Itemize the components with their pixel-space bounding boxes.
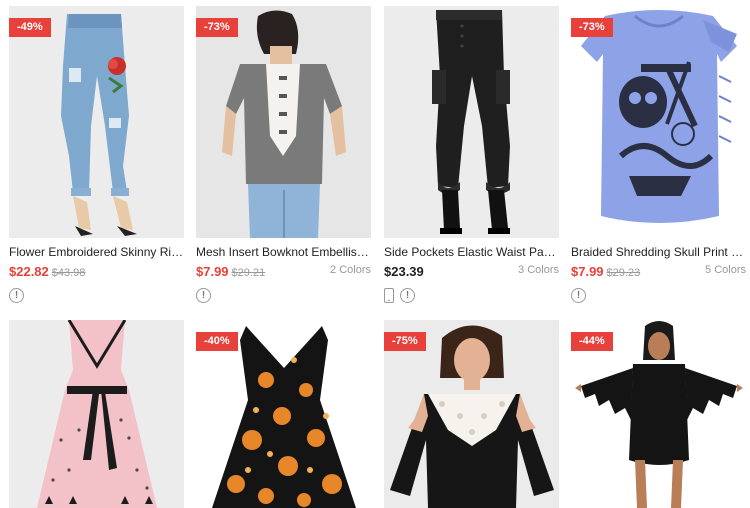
info-icon[interactable]: !: [196, 288, 211, 303]
current-price: $7.99: [196, 264, 229, 279]
product-image[interactable]: -73%: [196, 6, 371, 238]
discount-badge: -75%: [384, 332, 426, 351]
product-grid: -49% Flower Embroidered Skinny Ripped Je…: [0, 0, 750, 508]
price-row: $7.99 $29.23 5 Colors: [571, 263, 746, 281]
card-icons: !: [571, 288, 746, 304]
discount-badge: -49%: [9, 18, 51, 37]
info-icon[interactable]: !: [400, 288, 415, 303]
product-image[interactable]: [384, 6, 559, 238]
current-price: $22.82: [9, 264, 49, 279]
product-card[interactable]: -75%: [384, 320, 559, 508]
original-price: $29.23: [606, 267, 641, 279]
discount-badge: -73%: [196, 18, 238, 37]
current-price: $23.39: [384, 264, 424, 279]
cargo-pants-image: [384, 6, 559, 238]
price-row: $23.39 3 Colors: [384, 263, 559, 281]
product-image[interactable]: [9, 320, 184, 508]
original-price: $29.21: [231, 267, 266, 279]
discount-badge: -40%: [196, 332, 238, 351]
product-card[interactable]: Side Pockets Elastic Waist Pants $23.39 …: [384, 6, 559, 304]
color-count[interactable]: 2 Colors: [330, 264, 371, 276]
product-card[interactable]: -49% Flower Embroidered Skinny Ripped Je…: [9, 6, 184, 304]
product-title[interactable]: Flower Embroidered Skinny Ripped Jeans: [9, 244, 184, 260]
price-row: $22.82 $43.98: [9, 263, 184, 281]
product-image[interactable]: -73%: [571, 6, 746, 238]
product-card[interactable]: -73% Mesh Insert Bowknot Embellished T-s…: [196, 6, 371, 304]
discount-badge: -73%: [571, 18, 613, 37]
info-icon[interactable]: !: [9, 288, 24, 303]
product-title[interactable]: Mesh Insert Bowknot Embellished T-shirt: [196, 244, 371, 260]
skull-tee-image: [571, 6, 746, 238]
info-icon[interactable]: !: [571, 288, 586, 303]
color-count[interactable]: 3 Colors: [518, 264, 559, 276]
card-icons: !: [384, 288, 559, 304]
product-card[interactable]: -73% Braided Shredding Skull Print Graph…: [571, 6, 746, 304]
price-row: $7.99 $29.21 2 Colors: [196, 263, 371, 281]
product-image[interactable]: -49%: [9, 6, 184, 238]
discount-badge: -44%: [571, 332, 613, 351]
mobile-phone-icon[interactable]: [384, 288, 394, 303]
tshirt-back-image: [196, 6, 371, 238]
product-card[interactable]: [9, 320, 184, 508]
original-price: $43.98: [51, 267, 86, 279]
current-price: $7.99: [571, 264, 604, 279]
color-count[interactable]: 5 Colors: [705, 264, 746, 276]
product-image[interactable]: -44%: [571, 320, 746, 508]
product-title[interactable]: Side Pockets Elastic Waist Pants: [384, 244, 559, 260]
product-image[interactable]: -75%: [384, 320, 559, 508]
product-title[interactable]: Braided Shredding Skull Print Graphic Te…: [571, 244, 746, 260]
card-icons: !: [9, 288, 184, 304]
product-image[interactable]: -40%: [196, 320, 371, 508]
product-card[interactable]: -44%: [571, 320, 746, 508]
pink-wrap-dress-image: [9, 320, 184, 508]
card-icons: !: [196, 288, 371, 304]
jeans-image: [9, 6, 184, 238]
product-card[interactable]: -40%: [196, 320, 371, 508]
